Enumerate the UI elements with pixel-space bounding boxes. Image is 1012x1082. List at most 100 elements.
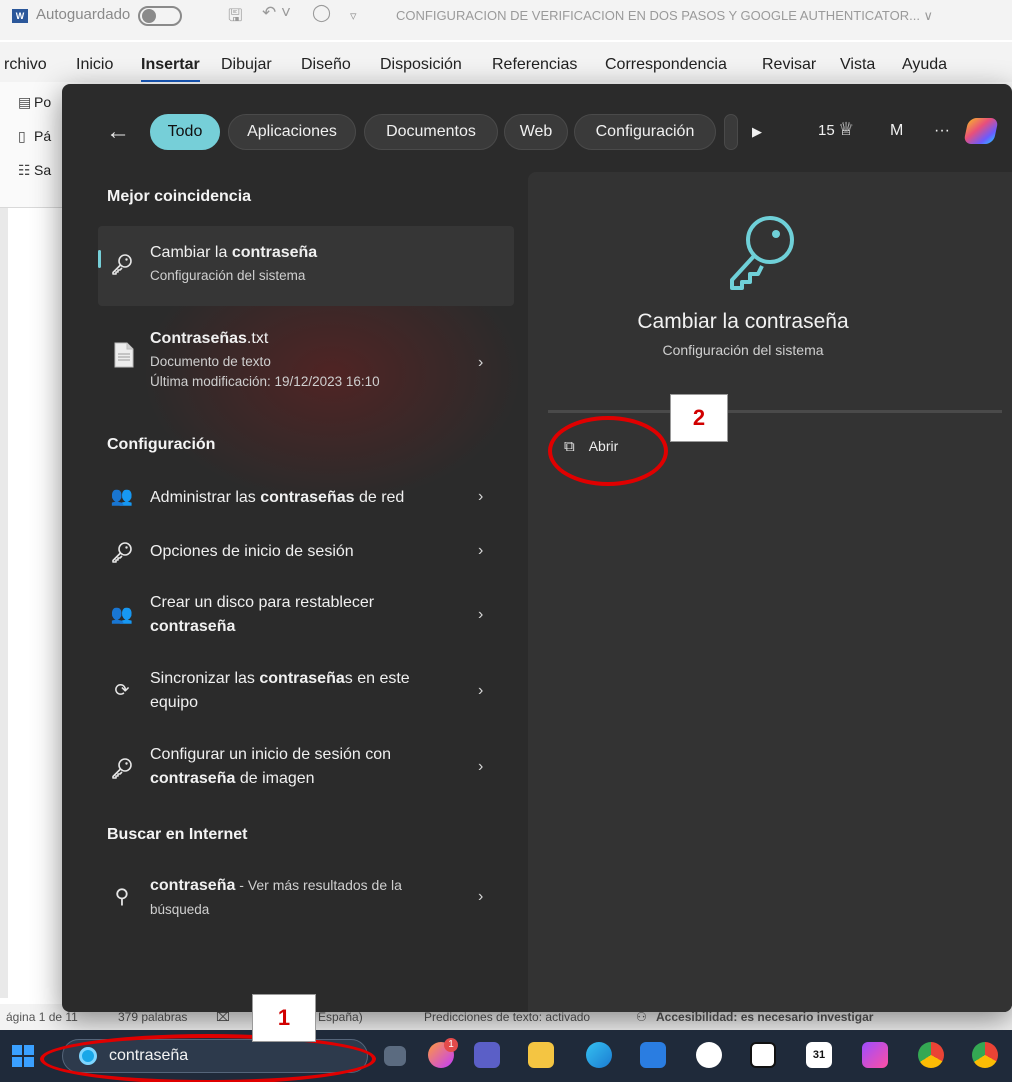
language-status[interactable]: España) [318, 1010, 363, 1024]
tab-referencias[interactable]: Referencias [492, 56, 577, 74]
settings-item-label-line2: contraseña [150, 616, 235, 638]
best-match-title: Cambiar la contraseña [150, 242, 317, 264]
text-part: Administrar las [150, 489, 261, 506]
document-result-item[interactable]: Contraseñas.txt Documento de texto Últim… [98, 320, 514, 400]
tab-inicio[interactable]: Inicio [76, 56, 113, 74]
redo-icon[interactable]: ◯ [312, 3, 331, 23]
chrome-icon[interactable] [972, 1042, 998, 1068]
settings-item-sign-in-options[interactable]: Opciones de inicio de sesión › [98, 530, 514, 574]
rewards-trophy-icon[interactable]: ♕ [838, 119, 854, 140]
file-explorer-icon[interactable] [528, 1042, 554, 1068]
tab-diseno[interactable]: Diseño [301, 56, 351, 74]
highlight-text: contraseñas [260, 489, 355, 506]
chrome-profile-icon[interactable] [918, 1042, 944, 1068]
text-part: s en este [344, 670, 410, 687]
web-search-item[interactable]: ⚲ contraseña - Ver más resultados de la … [98, 866, 514, 930]
ribbon-page-break[interactable]: ☷ Sa [18, 162, 51, 179]
filter-todo[interactable]: Todo [150, 114, 220, 150]
store-icon[interactable] [640, 1042, 666, 1068]
detail-pane: Cambiar la contraseña Configuración del … [528, 172, 1012, 1012]
tab-vista[interactable]: Vista [840, 56, 875, 74]
text-document-icon [114, 342, 134, 368]
copilot-icon[interactable] [963, 118, 999, 144]
notion-icon[interactable] [750, 1042, 776, 1068]
settings-item-network-passwords[interactable]: 👥 Administrar las contraseñas de red › [98, 476, 514, 520]
account-avatar[interactable]: M [890, 122, 903, 140]
tab-insertar[interactable]: Insertar [141, 56, 200, 83]
widgets-icon[interactable] [384, 1046, 406, 1066]
slack-icon[interactable] [696, 1042, 722, 1068]
tab-ayuda[interactable]: Ayuda [902, 56, 947, 74]
best-match-subtitle: Configuración del sistema [150, 268, 306, 283]
web-search-label-line2: búsqueda [150, 902, 210, 917]
settings-item-reset-disk[interactable]: 👥 Crear un disco para restablecer contra… [98, 586, 514, 646]
callout-2: 2 [670, 394, 728, 442]
document-name: Contraseñas.txt [150, 328, 268, 350]
highlight-text: contraseña [150, 877, 236, 894]
text-part: - Ver más resultados de la [235, 877, 402, 893]
chevron-right-icon[interactable]: › [478, 888, 483, 906]
tab-disposicion[interactable]: Disposición [380, 56, 462, 74]
back-arrow-icon[interactable]: ← [106, 118, 130, 146]
highlight-ellipse-1 [40, 1034, 376, 1082]
chevron-right-icon[interactable]: › [478, 682, 483, 700]
proofing-icon[interactable]: ⌧ [216, 1010, 230, 1024]
settings-item-picture-password[interactable]: Configurar un inicio de sesión con contr… [98, 738, 514, 798]
filter-configuracion[interactable]: Configuración [574, 114, 716, 150]
selection-indicator [98, 250, 101, 268]
document-title: CONFIGURACION DE VERIFICACION EN DOS PAS… [396, 8, 934, 23]
customize-quick-access-icon[interactable]: ▿ [350, 8, 357, 24]
settings-item-label-line1: Configurar un inicio de sesión con [150, 746, 392, 763]
highlight-text: contraseña [259, 670, 345, 687]
autosave-label: Autoguardado [36, 6, 131, 23]
settings-item-sync-passwords[interactable]: ⟳ Sincronizar las contraseñas en este eq… [98, 662, 514, 722]
chevron-right-icon[interactable]: › [478, 542, 483, 560]
rewards-points[interactable]: 15 [818, 122, 835, 139]
chevron-right-icon[interactable]: › [478, 606, 483, 624]
chevron-right-icon[interactable]: › [478, 758, 483, 776]
blank-page-icon: ▯ [18, 128, 26, 144]
settings-heading: Configuración [107, 436, 216, 453]
text-predictions[interactable]: Predicciones de texto: activado [424, 1010, 590, 1024]
users-icon: 👥 [110, 486, 134, 506]
chevron-right-icon[interactable]: › [478, 354, 483, 372]
settings-item-label-line2: equipo [150, 694, 199, 711]
key-large-icon [730, 216, 794, 290]
autosave-toggle[interactable] [138, 6, 182, 26]
scroll-right-icon[interactable]: ▶ [752, 124, 762, 140]
detail-title: Cambiar la contraseña [637, 310, 849, 333]
highlight-text: contraseña [150, 770, 236, 787]
tab-correspondencia[interactable]: Correspondencia [605, 56, 727, 74]
more-options-icon[interactable]: ··· [934, 122, 950, 140]
save-icon[interactable]: 🖫 [228, 3, 242, 32]
web-search-label: contraseña - Ver más resultados de la [150, 874, 402, 897]
ribbon-item-label: Pá [34, 128, 52, 144]
settings-item-label-line1: Sincronizar las contraseñas en este [150, 668, 410, 690]
teams-icon[interactable] [474, 1042, 500, 1068]
start-button[interactable] [12, 1045, 34, 1067]
sync-pc-icon: ⟳ [114, 680, 130, 700]
tab-archivo[interactable]: rchivo [4, 56, 47, 74]
tab-dibujar[interactable]: Dibujar [221, 56, 272, 74]
edge-icon[interactable] [586, 1042, 612, 1068]
filter-web[interactable]: Web [504, 114, 568, 150]
detail-subtitle: Configuración del sistema [662, 342, 824, 358]
ribbon-cover-page[interactable]: ▤ Po [18, 94, 51, 111]
filter-aplicaciones[interactable]: Aplicaciones [228, 114, 356, 150]
clapper-app-icon[interactable] [862, 1042, 888, 1068]
key-icon [112, 254, 132, 275]
ribbon-blank-page[interactable]: ▯ Pá [18, 128, 51, 145]
filter-more-cut[interactable] [724, 114, 738, 150]
chevron-right-icon[interactable]: › [478, 488, 483, 506]
highlight-text: contraseña [150, 618, 236, 635]
filter-documentos[interactable]: Documentos [364, 114, 498, 150]
accessibility-status[interactable]: Accesibilidad: es necesario investigar [656, 1010, 873, 1024]
word-count[interactable]: 379 palabras [118, 1010, 187, 1024]
document-page[interactable] [8, 208, 64, 998]
best-match-item[interactable]: Cambiar la contraseña Configuración del … [98, 226, 514, 306]
page-count[interactable]: ágina 1 de 11 [6, 1010, 78, 1024]
accessibility-icon[interactable]: ⚇ [636, 1010, 647, 1024]
tab-revisar[interactable]: Revisar [762, 56, 816, 74]
undo-icon[interactable]: ↶ ˅ [262, 3, 291, 23]
calendar-icon[interactable]: 31 [806, 1042, 832, 1068]
